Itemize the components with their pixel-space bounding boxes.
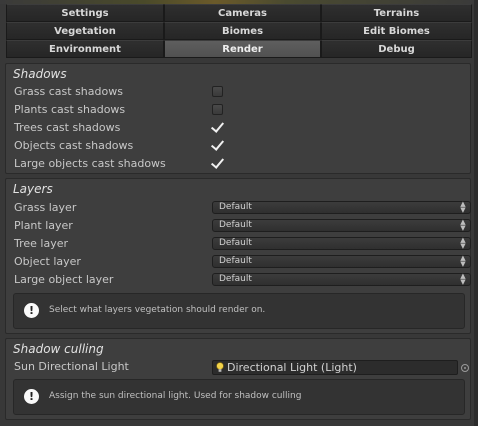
large-objects-cast-shadows-checkbox[interactable] (210, 155, 225, 169)
checkmark-icon (210, 119, 225, 133)
grass-layer-dropdown[interactable]: Default ▲ ▼ (212, 201, 471, 214)
objects-cast-shadows-label: Objects cast shadows (14, 139, 134, 152)
object-layer-value: Default (219, 256, 252, 266)
shadow-culling-title: Shadow culling (13, 342, 104, 356)
shadows-title: Shadows (13, 67, 67, 81)
tab-debug[interactable]: Debug (321, 40, 472, 58)
large-object-layer-value: Default (219, 274, 252, 284)
tab-environment[interactable]: Environment (6, 40, 164, 58)
grass-cast-shadows-label: Grass cast shadows (14, 85, 123, 98)
tab-row-3: Environment Render Debug (6, 40, 472, 58)
up-down-arrows-icon: ▲ ▼ (460, 218, 466, 232)
layers-title: Layers (13, 182, 53, 196)
object-picker-icon[interactable] (461, 364, 469, 372)
grass-layer-value: Default (219, 202, 252, 212)
plant-layer-value: Default (219, 220, 252, 230)
tab-edit-biomes[interactable]: Edit Biomes (321, 22, 472, 40)
tab-terrains[interactable]: Terrains (321, 4, 472, 22)
sun-directional-light-field[interactable]: Directional Light (Light) (212, 360, 458, 375)
checkmark-icon (210, 155, 225, 169)
layers-help-box: ! Select what layers vegetation should r… (13, 293, 465, 329)
plants-cast-shadows-checkbox[interactable] (212, 104, 223, 115)
plants-cast-shadows-label: Plants cast shadows (14, 103, 126, 116)
checkmark-icon (210, 137, 225, 151)
up-down-arrows-icon: ▲ ▼ (460, 200, 466, 214)
tree-layer-dropdown[interactable]: Default ▲ ▼ (212, 237, 471, 250)
object-layer-label: Object layer (14, 255, 81, 268)
shadow-culling-panel: Shadow culling Sun Directional Light Dir… (5, 338, 471, 420)
grass-layer-label: Grass layer (14, 201, 77, 214)
tab-cameras[interactable]: Cameras (164, 4, 321, 22)
tab-render[interactable]: Render (164, 40, 321, 58)
sun-light-row: Directional Light (Light) (6, 358, 472, 378)
tab-vegetation[interactable]: Vegetation (6, 22, 164, 40)
tab-row-1: Settings Cameras Terrains (6, 4, 472, 22)
up-down-arrows-icon: ▲ ▼ (460, 236, 466, 250)
up-down-arrows-icon: ▲ ▼ (460, 272, 466, 286)
grass-cast-shadows-checkbox[interactable] (212, 86, 223, 97)
tab-biomes[interactable]: Biomes (164, 22, 321, 40)
trees-cast-shadows-label: Trees cast shadows (14, 121, 121, 134)
culling-help-text: Assign the sun directional light. Used f… (49, 391, 302, 401)
plant-layer-dropdown[interactable]: Default ▲ ▼ (212, 219, 471, 232)
plant-layer-label: Plant layer (14, 219, 73, 232)
info-icon: ! (24, 389, 39, 404)
info-icon: ! (24, 303, 39, 318)
tree-layer-value: Default (219, 238, 252, 248)
up-down-arrows-icon: ▲ ▼ (460, 254, 466, 268)
layers-help-text: Select what layers vegetation should ren… (49, 305, 266, 315)
large-object-layer-label: Large object layer (14, 273, 114, 286)
layers-panel: Layers Grass layer Default ▲ ▼ Plant laye… (5, 178, 471, 334)
objects-cast-shadows-checkbox[interactable] (210, 137, 225, 151)
large-objects-cast-shadows-label: Large objects cast shadows (14, 157, 166, 170)
shadows-panel: Shadows Grass cast shadows Plants cast s… (5, 63, 471, 174)
culling-help-box: ! Assign the sun directional light. Used… (13, 379, 465, 415)
inspector-scrollbar-edge (474, 0, 478, 426)
tab-settings[interactable]: Settings (6, 4, 164, 22)
sun-directional-light-value: Directional Light (Light) (227, 361, 357, 374)
large-object-layer-dropdown[interactable]: Default ▲ ▼ (212, 273, 471, 286)
light-bulb-icon (216, 362, 224, 372)
tree-layer-label: Tree layer (14, 237, 69, 250)
trees-cast-shadows-checkbox[interactable] (210, 119, 225, 133)
tab-row-2: Vegetation Biomes Edit Biomes (6, 22, 472, 40)
inspector-tabs: Settings Cameras Terrains Vegetation Bio… (6, 4, 472, 58)
object-layer-dropdown[interactable]: Default ▲ ▼ (212, 255, 471, 268)
